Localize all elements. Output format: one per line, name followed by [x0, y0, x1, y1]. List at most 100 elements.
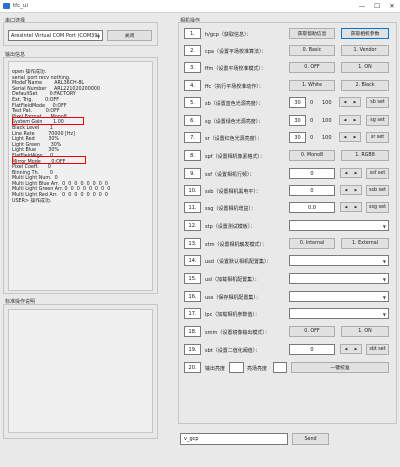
row-12-number: 12.	[184, 220, 201, 231]
row-15-select[interactable]: ▼	[289, 273, 389, 284]
right-arrow-icon[interactable]: ▶	[351, 186, 361, 194]
row-18-button-b[interactable]: 1. ON	[341, 326, 389, 337]
chevron-down-icon: ▼	[96, 34, 100, 39]
row-13-button-a[interactable]: 0. Internal	[289, 238, 335, 249]
chevron-down-icon: ▼	[382, 312, 386, 317]
row-17-select[interactable]: ▼	[289, 308, 389, 319]
row-7-max-label: 100	[322, 135, 332, 141]
right-arrow-icon[interactable]: ▶	[350, 116, 360, 124]
row-9-spin-buttons[interactable]: ◀ ▶	[340, 168, 362, 178]
right-arrow-icon[interactable]: ▶	[351, 169, 361, 177]
row-20-label-bright: 亮场亮度	[247, 366, 268, 372]
row-6-value-input[interactable]: 30	[289, 115, 306, 126]
row-8-number: 8.	[184, 150, 201, 161]
row-3-button-b[interactable]: 1. ON	[341, 62, 389, 73]
row-5-number: 5.	[184, 97, 201, 108]
row-11-value-input[interactable]: 0.0	[289, 202, 335, 213]
send-button[interactable]: Send	[292, 433, 329, 445]
row-5-set-button[interactable]: sb set	[366, 97, 389, 108]
row-8-button-b[interactable]: 1. RGB8	[341, 150, 389, 161]
close-window-icon[interactable]: ✕	[387, 1, 397, 11]
row-9-set-button[interactable]: ssf set	[366, 168, 389, 179]
left-arrow-icon[interactable]: ◀	[341, 203, 351, 211]
row-4-button-a[interactable]: 1. White	[289, 80, 335, 91]
row-4-button-b[interactable]: 2. Black	[341, 80, 389, 91]
row-14-select[interactable]: ▼	[289, 255, 389, 266]
row-6-slider-buttons[interactable]: ◀ ▶	[339, 115, 361, 125]
row-9-number: 9.	[184, 168, 201, 179]
row-7-slider-buttons[interactable]: ◀ ▶	[339, 132, 361, 142]
instructions-text-area[interactable]	[8, 309, 153, 433]
right-arrow-icon[interactable]: ▶	[350, 133, 360, 141]
row-10-spin-buttons[interactable]: ◀ ▶	[340, 185, 362, 195]
row-18-button-a[interactable]: 0. OFF	[289, 326, 335, 337]
row-3-button-a[interactable]: 0. OFF	[289, 62, 335, 73]
row-7-value-input[interactable]: 30	[289, 132, 306, 143]
row-19-number: 19.	[184, 344, 201, 355]
row-16-select[interactable]: ▼	[289, 291, 389, 302]
row-19-label: sbt（设置二值化阈值）：	[205, 348, 261, 354]
row-6-set-button[interactable]: sg set	[366, 115, 389, 126]
chevron-down-icon: ▼	[382, 224, 386, 229]
row-10-set-button[interactable]: ssb set	[366, 185, 389, 196]
row-7-min-label: 0	[310, 135, 314, 141]
left-arrow-icon[interactable]: ◀	[340, 116, 350, 124]
row-5-label: sb（设置蓝色光源亮度）：	[205, 101, 264, 107]
row-19-spin-buttons[interactable]: ◀ ▶	[340, 344, 362, 354]
highlight-model-name	[12, 117, 84, 125]
row-9-value-input[interactable]: 0	[289, 168, 335, 179]
row-11-set-button[interactable]: ssg set	[366, 202, 389, 213]
command-input[interactable]: v_gcp	[180, 433, 288, 445]
row-20-number: 20.	[184, 362, 201, 373]
chevron-down-icon: ▼	[382, 295, 386, 300]
window-title: tfc_ui	[13, 3, 28, 9]
row-5-min-label: 0	[310, 100, 314, 106]
left-arrow-icon[interactable]: ◀	[341, 169, 351, 177]
row-12-select[interactable]: ▼	[289, 220, 389, 231]
row-1-button-a[interactable]: 获取帮助信息	[289, 28, 335, 39]
row-3-number: 3.	[184, 62, 201, 73]
row-2-button-b[interactable]: 1. Vendor	[341, 45, 389, 56]
left-arrow-icon[interactable]: ◀	[341, 186, 351, 194]
row-2-label: cpa（设置平场校准算法）：	[205, 49, 267, 55]
right-arrow-icon[interactable]: ▶	[351, 203, 361, 211]
row-14-label: usd（设置默认相机配置集）：	[205, 259, 272, 265]
row-10-label: ssb（设置相机黑电平）：	[205, 189, 261, 195]
one-click-calibrate-button[interactable]: 一键校准	[291, 362, 389, 373]
maximize-icon[interactable]: ☐	[372, 1, 382, 11]
row-14-number: 14.	[184, 255, 201, 266]
row-15-number: 15.	[184, 273, 201, 284]
row-20-output-input[interactable]	[229, 362, 244, 373]
row-11-spin-buttons[interactable]: ◀ ▶	[340, 202, 362, 212]
row-7-set-button[interactable]: sr set	[366, 132, 389, 143]
row-6-label: sg（设置绿色光源亮度）：	[205, 119, 264, 125]
row-19-set-button[interactable]: sbt set	[366, 344, 389, 355]
row-19-value-input[interactable]: 0	[289, 344, 335, 355]
row-3-label: ffm（设置平场校准模式）：	[205, 66, 266, 72]
row-13-button-b[interactable]: 1. External	[341, 238, 389, 249]
minimize-icon[interactable]: —	[357, 1, 367, 11]
row-5-value-input[interactable]: 30	[289, 97, 306, 108]
row-8-label: spf（设置相机像素格式）：	[205, 154, 266, 160]
right-arrow-icon[interactable]: ▶	[351, 345, 361, 353]
row-2-button-a[interactable]: 0. Basic	[289, 45, 335, 56]
row-16-number: 16.	[184, 291, 201, 302]
row-10-number: 10.	[184, 185, 201, 196]
row-20-bright-input[interactable]	[273, 362, 287, 373]
left-arrow-icon[interactable]: ◀	[340, 98, 350, 106]
row-6-max-label: 100	[322, 118, 332, 124]
row-8-button-a[interactable]: 0. Mono8	[289, 150, 335, 161]
row-10-value-input[interactable]: 0	[289, 185, 335, 196]
left-arrow-icon[interactable]: ◀	[340, 133, 350, 141]
row-4-label: ffc（执行平场校准动作）：	[205, 84, 264, 90]
output-text-area[interactable]: open 操作成功. serial_port recv nothing. Model…	[8, 61, 153, 291]
right-arrow-icon[interactable]: ▶	[350, 98, 360, 106]
row-5-slider-buttons[interactable]: ◀ ▶	[339, 97, 361, 107]
row-5-max-label: 100	[322, 100, 332, 106]
chevron-down-icon: ▼	[382, 259, 386, 264]
row-18-label: smm（设置镜像输出模式）：	[205, 330, 270, 336]
close-port-button[interactable]: 关闭	[107, 30, 152, 41]
row-1-button-b[interactable]: 获取相机参数	[341, 28, 389, 39]
port-select[interactable]: AresIntel Virtual COM Port (COM39) ▼	[8, 30, 103, 41]
left-arrow-icon[interactable]: ◀	[341, 345, 351, 353]
